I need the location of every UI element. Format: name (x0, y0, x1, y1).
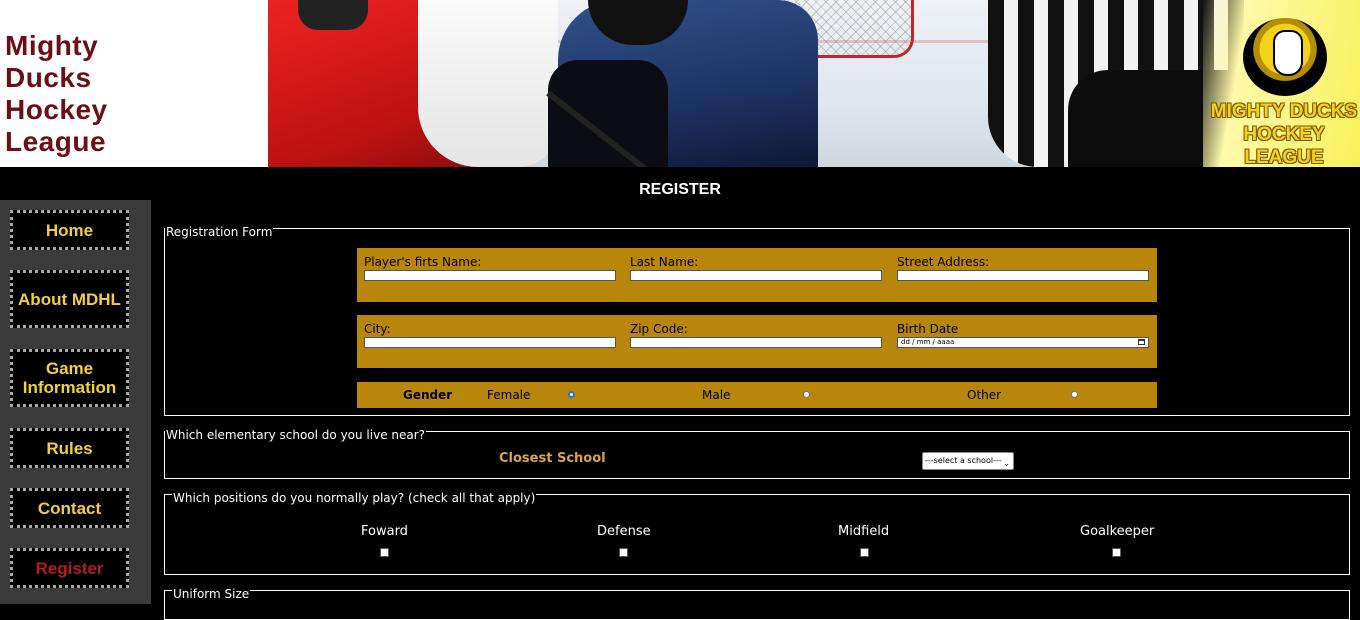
street-address-group: Street Address: (897, 255, 1149, 281)
city-zip-birth-row: City: Zip Code: Birth Date dd / mm / aaa… (357, 315, 1157, 368)
site-title-line: League (5, 126, 107, 157)
birth-date-label: Birth Date (897, 322, 959, 336)
nav-register-button[interactable]: Register (10, 548, 129, 588)
street-address-label: Street Address: (897, 255, 990, 269)
logo-line: MIGHTY DUCKS (1210, 101, 1358, 122)
red-player-sleeve (418, 0, 558, 167)
birth-date-input[interactable]: dd / mm / aaaa (897, 337, 1149, 348)
league-logo-text: MIGHTY DUCKS HOCKEY LEAGUE (1208, 100, 1360, 167)
position-forward-checkbox[interactable] (380, 548, 389, 557)
street-address-input[interactable] (897, 270, 1149, 281)
last-name-label: Last Name: (630, 255, 699, 269)
site-title-line: Mighty (5, 30, 99, 61)
gender-male-radio[interactable] (803, 391, 810, 398)
birth-date-group: Birth Date dd / mm / aaaa (897, 322, 1149, 348)
registration-legend: Registration Form (165, 225, 274, 239)
site-title: Mighty Ducks Hockey League (5, 30, 108, 158)
position-goalkeeper-label: Goalkeeper (1080, 524, 1155, 539)
hockey-banner-image: MIGHTY DUCKS HOCKEY LEAGUE (268, 0, 1360, 167)
calendar-icon[interactable] (1138, 339, 1145, 345)
position-goalkeeper-checkbox[interactable] (1112, 548, 1121, 557)
gender-other-label: Other (967, 388, 1002, 402)
position-defense-checkbox[interactable] (619, 548, 628, 557)
city-group: City: (364, 322, 616, 348)
position-midfield-checkbox[interactable] (860, 548, 869, 557)
position-forward-label: Foward (361, 524, 408, 539)
nav-about-button[interactable]: About MDHL (10, 270, 129, 328)
last-name-input[interactable] (630, 270, 882, 281)
chevron-down-icon: ⌄ (1003, 459, 1010, 468)
first-name-input[interactable] (364, 270, 616, 281)
school-legend: Which elementary school do you live near… (165, 428, 427, 442)
page-title: REGISTER (639, 181, 721, 198)
site-title-line: Ducks (5, 62, 92, 93)
uniform-fieldset: Uniform Size (164, 587, 1350, 620)
city-label: City: (364, 322, 391, 336)
gender-other-radio[interactable] (1071, 391, 1078, 398)
positions-fieldset: Which positions do you normally play? (c… (164, 491, 1350, 575)
zip-input[interactable] (630, 337, 882, 348)
nav-home-button[interactable]: Home (10, 210, 129, 250)
red-player-glove (298, 0, 368, 30)
goalie-mask-face-icon (1273, 30, 1303, 76)
school-fieldset: Which elementary school do you live near… (164, 428, 1350, 479)
school-select-value: ---select a school--- (925, 456, 1002, 465)
name-address-row: Player's firts Name: Last Name: Street A… (357, 248, 1157, 302)
closest-school-label: Closest School (499, 451, 606, 466)
position-defense-label: Defense (597, 524, 651, 539)
gender-male-label: Male (702, 388, 731, 402)
header: Mighty Ducks Hockey League MIGHTY DUCKS … (0, 0, 1360, 167)
first-name-label: Player's firts Name: (364, 255, 482, 269)
gender-row: Gender Female Male Other (357, 382, 1157, 408)
last-name-group: Last Name: (630, 255, 882, 281)
gender-label: Gender (403, 388, 453, 402)
uniform-legend: Uniform Size (172, 587, 251, 601)
nav-contact-button[interactable]: Contact (10, 488, 129, 528)
birth-date-placeholder: dd / mm / aaaa (901, 338, 955, 346)
gender-female-label: Female (487, 388, 531, 402)
gender-female-radio[interactable] (568, 391, 575, 398)
logo-line: HOCKEY LEAGUE (1243, 124, 1325, 167)
position-midfield-label: Midfield (838, 524, 890, 539)
zip-group: Zip Code: (630, 322, 882, 348)
sidebar: Home About MDHL Game Information Rules C… (0, 200, 151, 604)
city-input[interactable] (364, 337, 616, 348)
nav-game-information-button[interactable]: Game Information (10, 349, 129, 407)
positions-legend: Which positions do you normally play? (c… (172, 491, 537, 505)
zip-label: Zip Code: (630, 322, 688, 336)
blue-player-pants (548, 60, 668, 167)
nav-rules-button[interactable]: Rules (10, 428, 129, 468)
site-title-line: Hockey (5, 94, 108, 125)
school-select[interactable]: ---select a school--- ⌄ (922, 452, 1014, 470)
first-name-group: Player's firts Name: (364, 255, 616, 281)
